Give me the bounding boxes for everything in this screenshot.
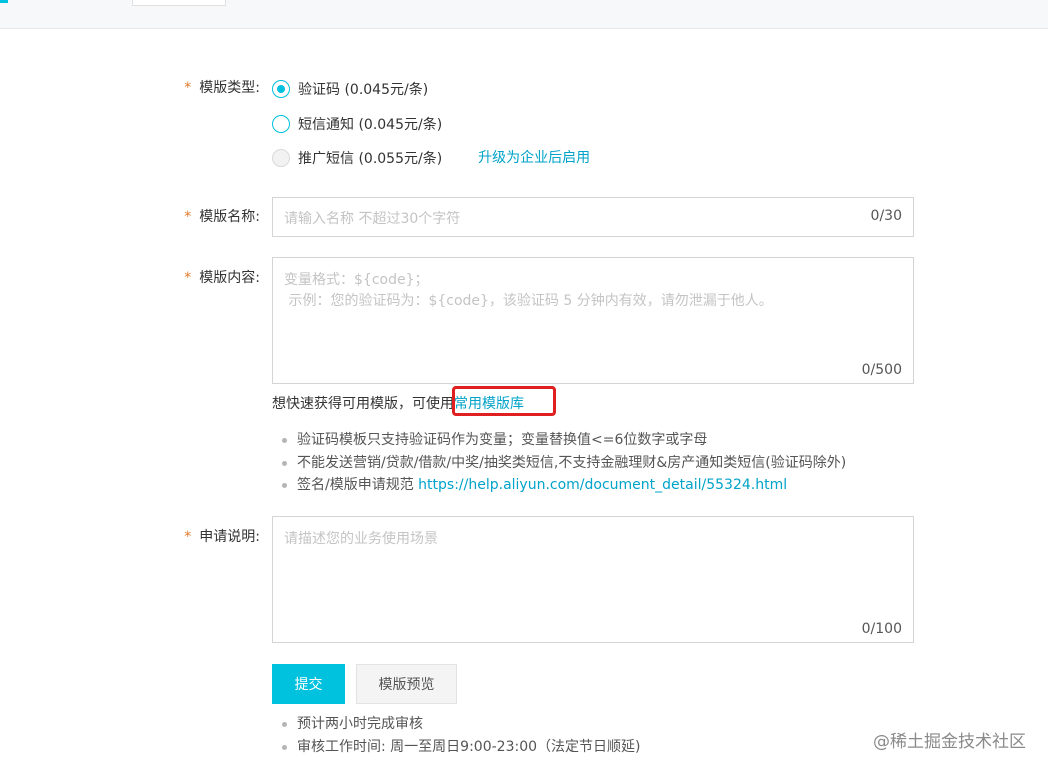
template-type-label: * 模版类型: <box>140 77 260 97</box>
template-name-counter: 0/30 <box>870 208 902 224</box>
required-star: * <box>184 80 192 96</box>
radio-option-notification[interactable]: 短信通知 (0.045元/条) <box>272 113 442 135</box>
radio-disabled-icon <box>272 149 290 167</box>
template-name-label-text: 模版名称: <box>199 209 260 225</box>
list-item: 审核工作时间: 周一至周日9:00-23:00（法定节日顺延) <box>280 736 640 759</box>
application-note-label: * 申请说明: <box>140 526 260 546</box>
spec-text: 签名/模版申请规范 <box>297 477 419 493</box>
list-item: 验证码模板只支持验证码作为变量；变量替换值<=6位数字或字母 <box>280 429 846 452</box>
radio-option-label: 短信通知 (0.045元/条) <box>298 117 443 133</box>
top-bar <box>0 0 1048 29</box>
required-star: * <box>184 270 192 286</box>
required-star: * <box>184 529 192 545</box>
watermark: @稀土掘金技术社区 <box>873 732 1026 752</box>
list-item: 预计两小时完成审核 <box>280 713 640 736</box>
template-content-label: * 模版内容: <box>140 267 260 287</box>
template-content-counter: 0/500 <box>861 362 902 378</box>
top-bar-accent <box>0 0 8 3</box>
template-name-label: * 模版名称: <box>140 206 260 226</box>
template-content-label-text: 模版内容: <box>199 270 260 286</box>
required-star: * <box>184 209 192 225</box>
review-notes-list: 预计两小时完成审核 审核工作时间: 周一至周日9:00-23:00（法定节日顺延… <box>280 713 640 758</box>
preview-button[interactable]: 模版预览 <box>356 664 457 704</box>
radio-option-label: 推广短信 (0.055元/条) <box>298 151 443 167</box>
template-name-placeholder: 请输入名称 不超过30个字符 <box>284 211 461 227</box>
top-bar-tab[interactable] <box>132 0 226 6</box>
radio-checked-icon[interactable] <box>272 80 290 98</box>
template-content-placeholder-line2: 示例：您的验证码为：${code}，该验证码 5 分钟内有效，请勿泄漏于他人。 <box>284 293 773 309</box>
radio-option-verification-code[interactable]: 验证码 (0.045元/条) <box>272 78 428 100</box>
application-note-label-text: 申请说明: <box>199 529 260 545</box>
radio-unchecked-icon[interactable] <box>272 115 290 133</box>
radio-option-promotion: 推广短信 (0.055元/条) 升级为企业后启用 <box>272 147 590 169</box>
application-note-counter: 0/100 <box>861 621 902 637</box>
template-library-hint-text: 想快速获得可用模版，可使用 <box>272 396 454 412</box>
upgrade-enterprise-link[interactable]: 升级为企业后启用 <box>478 147 590 167</box>
submit-button[interactable]: 提交 <box>272 664 345 704</box>
spec-link[interactable]: https://help.aliyun.com/document_detail/… <box>418 477 787 493</box>
template-content-textarea[interactable]: 变量格式：${code}； 示例：您的验证码为：${code}，该验证码 5 分… <box>272 257 914 384</box>
list-item: 签名/模版申请规范 https://help.aliyun.com/docume… <box>280 474 846 497</box>
radio-option-label: 验证码 (0.045元/条) <box>298 82 429 98</box>
application-note-placeholder: 请描述您的业务使用场景 <box>284 531 438 547</box>
template-notes-list: 验证码模板只支持验证码作为变量；变量替换值<=6位数字或字母 不能发送营销/贷款… <box>280 429 846 497</box>
application-note-textarea[interactable]: 请描述您的业务使用场景 0/100 <box>272 516 914 643</box>
template-type-label-text: 模版类型: <box>199 80 260 96</box>
template-name-input[interactable]: 请输入名称 不超过30个字符 0/30 <box>272 197 914 237</box>
highlight-box <box>452 386 556 416</box>
list-item: 不能发送营销/贷款/借款/中奖/抽奖类短信,不支持金融理财&房产通知类短信(验证… <box>280 452 846 475</box>
template-content-placeholder-line1: 变量格式：${code}； <box>284 272 429 288</box>
